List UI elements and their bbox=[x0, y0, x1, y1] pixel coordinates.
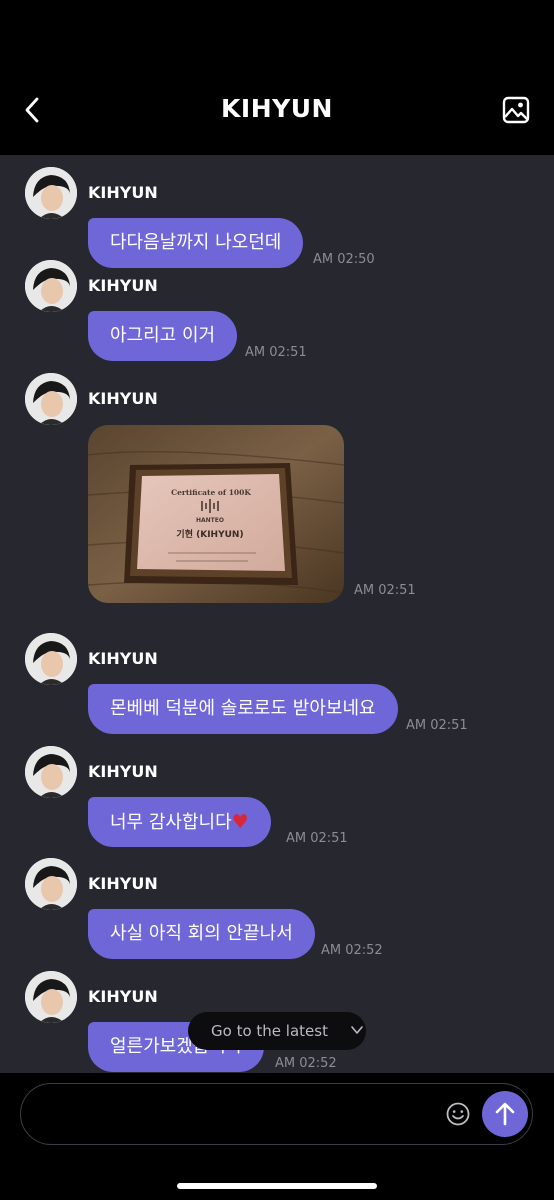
avatar[interactable] bbox=[25, 858, 77, 910]
avatar-image bbox=[25, 971, 77, 1023]
emoji-button[interactable] bbox=[445, 1101, 471, 1127]
message-time: AM 02:52 bbox=[275, 1056, 337, 1071]
avatar[interactable] bbox=[25, 373, 77, 425]
sender-name: KIHYUN bbox=[88, 987, 158, 1006]
photo-attachment[interactable]: Certificate of 100K HANTEO 기현 (KIHYUN) bbox=[88, 425, 344, 603]
sender-name: KIHYUN bbox=[88, 276, 158, 295]
certificate-heading: Certificate of 100K bbox=[171, 488, 251, 497]
go-to-latest-label: Go to the latest bbox=[211, 1022, 328, 1040]
avatar[interactable] bbox=[25, 971, 77, 1023]
chevron-down-icon bbox=[351, 1026, 363, 1034]
go-to-latest-button[interactable]: Go to the latest bbox=[188, 1012, 366, 1050]
message-input[interactable] bbox=[41, 1094, 441, 1134]
sender-name: KIHYUN bbox=[88, 874, 158, 893]
chat-header: KIHYUN bbox=[0, 70, 554, 155]
avatar-image bbox=[25, 633, 77, 685]
arrow-up-icon bbox=[495, 1102, 515, 1126]
avatar[interactable] bbox=[25, 746, 77, 798]
message-bubble[interactable]: 다다음날까지 나오던데 bbox=[88, 218, 304, 268]
send-button[interactable] bbox=[482, 1091, 528, 1137]
message-composer bbox=[0, 1073, 554, 1200]
message-bubble[interactable]: 사실 아직 회의 안끝나서 bbox=[88, 909, 315, 959]
avatar[interactable] bbox=[25, 633, 77, 685]
avatar-image bbox=[25, 746, 77, 798]
avatar-image bbox=[25, 858, 77, 910]
message-time: AM 02:51 bbox=[245, 345, 307, 360]
message-bubble[interactable]: 너무 감사합니다♥ bbox=[88, 797, 271, 847]
avatar-image bbox=[25, 260, 77, 312]
input-container bbox=[20, 1083, 533, 1145]
gallery-button[interactable] bbox=[500, 94, 532, 126]
status-bar bbox=[0, 0, 554, 70]
chat-area[interactable]: KIHYUN 다다음날까지 나오던데 AM 02:50 KIHYUN 아그리고 … bbox=[0, 155, 554, 1073]
smiley-icon bbox=[446, 1102, 470, 1126]
avatar[interactable] bbox=[25, 167, 77, 219]
home-indicator bbox=[177, 1183, 377, 1189]
heart-emoji: ♥ bbox=[231, 811, 249, 833]
certificate-name: 기현 (KIHYUN) bbox=[176, 528, 243, 540]
certificate-brand: HANTEO bbox=[196, 517, 224, 524]
message-time: AM 02:52 bbox=[321, 943, 383, 958]
certificate-photo: Certificate of 100K HANTEO 기현 (KIHYUN) bbox=[88, 425, 344, 603]
sender-name: KIHYUN bbox=[88, 389, 158, 408]
sender-name: KIHYUN bbox=[88, 183, 158, 202]
avatar[interactable] bbox=[25, 260, 77, 312]
message-time: AM 02:51 bbox=[286, 831, 348, 846]
message-bubble[interactable]: 아그리고 이거 bbox=[88, 311, 238, 361]
avatar-image bbox=[25, 373, 77, 425]
message-time: AM 02:50 bbox=[313, 252, 375, 267]
message-bubble[interactable]: 몬베베 덕분에 솔로로도 받아보네요 bbox=[88, 684, 398, 734]
avatar-image bbox=[25, 167, 77, 219]
message-text: 너무 감사합니다 bbox=[110, 812, 232, 833]
chat-title: KIHYUN bbox=[221, 94, 333, 123]
sender-name: KIHYUN bbox=[88, 762, 158, 781]
image-icon bbox=[502, 96, 530, 124]
sender-name: KIHYUN bbox=[88, 649, 158, 668]
message-time: AM 02:51 bbox=[406, 718, 468, 733]
message-time: AM 02:51 bbox=[354, 583, 416, 598]
